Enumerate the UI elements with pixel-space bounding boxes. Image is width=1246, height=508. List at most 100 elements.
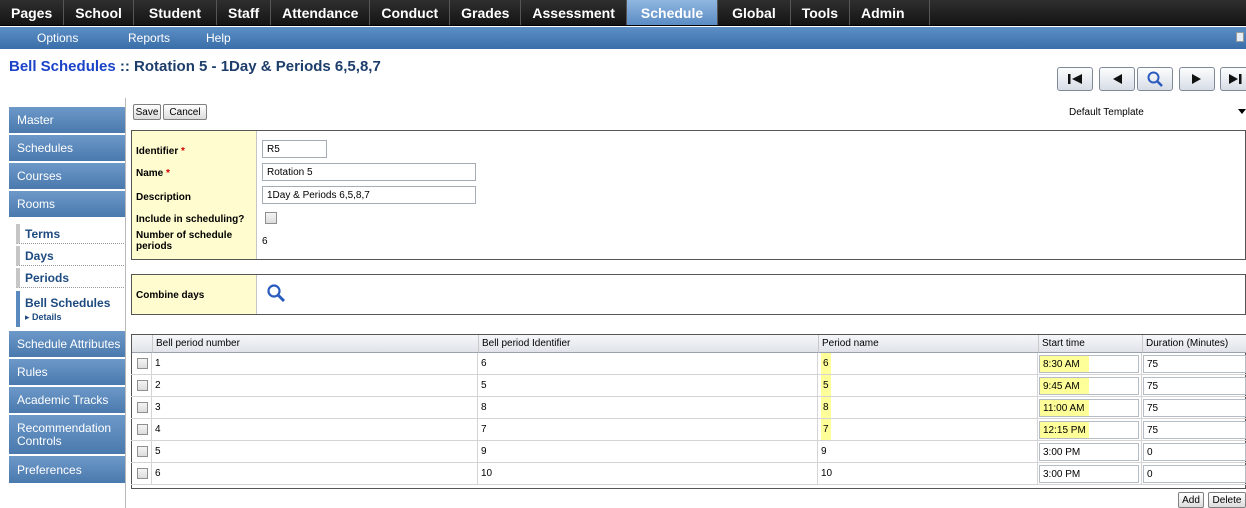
combine-days-search-icon[interactable] bbox=[266, 283, 286, 303]
duration-input[interactable]: 75 bbox=[1143, 399, 1246, 417]
row-select-checkbox[interactable] bbox=[137, 402, 148, 413]
start-time-input[interactable]: 9:45 AM bbox=[1039, 377, 1139, 395]
column-header-bell-period-number[interactable]: Bell period number bbox=[153, 335, 479, 353]
bell-period-number-cell: 3 bbox=[152, 397, 478, 419]
period-name-value: 7 bbox=[821, 419, 831, 440]
tab-school[interactable]: School bbox=[64, 0, 134, 25]
start-time-input[interactable]: 3:00 PM bbox=[1039, 465, 1139, 483]
row-select-checkbox[interactable] bbox=[137, 380, 148, 391]
row-select-checkbox[interactable] bbox=[137, 424, 148, 435]
title-separator: :: bbox=[115, 58, 135, 75]
help-menu[interactable]: Help bbox=[206, 31, 231, 45]
tab-schedule[interactable]: Schedule bbox=[626, 0, 719, 25]
column-header-duration[interactable]: Duration (Minutes) bbox=[1143, 335, 1246, 353]
tab-conduct[interactable]: Conduct bbox=[370, 0, 451, 25]
record-name: Rotation 5 - 1Day & Periods 6,5,8,7 bbox=[134, 58, 381, 75]
window-corner-icon bbox=[1236, 32, 1244, 42]
bell-period-identifier-cell: 7 bbox=[478, 419, 818, 441]
sidebar-item-master[interactable]: Master bbox=[9, 107, 125, 134]
add-button[interactable]: Add bbox=[1178, 492, 1204, 508]
tab-grades[interactable]: Grades bbox=[450, 0, 522, 25]
identifier-field[interactable]: R5 bbox=[262, 140, 327, 158]
top-navigation-bar: Pages School Student Staff Attendance Co… bbox=[0, 0, 1246, 26]
sidebar-item-days[interactable]: Days bbox=[16, 246, 124, 266]
bell-schedules-link[interactable]: Bell Schedules bbox=[9, 58, 116, 75]
description-label: Description bbox=[136, 192, 192, 203]
start-time-input[interactable]: 12:15 PM bbox=[1039, 421, 1139, 439]
bell-period-number-cell: 5 bbox=[152, 441, 478, 463]
duration-input[interactable]: 0 bbox=[1143, 443, 1246, 461]
template-select[interactable]: Default Template bbox=[1066, 104, 1246, 120]
sidebar-item-label: Recommendation Controls bbox=[17, 420, 112, 448]
combine-days-panel bbox=[131, 274, 1246, 315]
column-header-bell-period-identifier[interactable]: Bell period Identifier bbox=[479, 335, 819, 353]
tab-staff[interactable]: Staff bbox=[217, 0, 272, 25]
sidebar-item-label: Terms bbox=[25, 226, 61, 241]
row-select-checkbox[interactable] bbox=[137, 446, 148, 457]
tab-assessment[interactable]: Assessment bbox=[521, 0, 627, 25]
column-header-period-name[interactable]: Period name bbox=[819, 335, 1039, 353]
include-in-scheduling-label: Include in scheduling? bbox=[136, 214, 245, 225]
sidebar-item-terms[interactable]: Terms bbox=[16, 224, 124, 244]
reports-menu[interactable]: Reports bbox=[128, 31, 170, 45]
options-menu[interactable]: Options bbox=[37, 31, 78, 45]
period-name-value: 6 bbox=[821, 353, 831, 374]
bell-period-identifier-cell: 5 bbox=[478, 375, 818, 397]
sidebar-item-label: Days bbox=[25, 248, 54, 263]
tab-tools[interactable]: Tools bbox=[791, 0, 851, 25]
sidebar-item-courses[interactable]: Courses bbox=[9, 163, 125, 190]
bell-period-identifier-cell: 8 bbox=[478, 397, 818, 419]
delete-button[interactable]: Delete bbox=[1208, 492, 1246, 508]
duration-input[interactable]: 0 bbox=[1143, 465, 1246, 483]
sidebar-item-details[interactable]: ▸ Details bbox=[25, 312, 62, 323]
first-record-icon bbox=[1068, 74, 1082, 84]
start-time-input[interactable]: 11:00 AM bbox=[1039, 399, 1139, 417]
sidebar-item-recommendation-controls[interactable]: Recommendation Controls bbox=[9, 415, 125, 455]
identifier-label: Identifier * bbox=[136, 146, 185, 157]
next-record-button[interactable] bbox=[1179, 67, 1215, 91]
previous-record-icon bbox=[1113, 74, 1122, 84]
start-time-input[interactable]: 8:30 AM bbox=[1039, 355, 1139, 373]
row-select-checkbox[interactable] bbox=[137, 358, 148, 369]
sidebar-item-label: Courses bbox=[17, 169, 62, 183]
include-in-scheduling-checkbox[interactable] bbox=[265, 212, 277, 224]
duration-input[interactable]: 75 bbox=[1143, 377, 1246, 395]
period-name-cell: 10 bbox=[818, 463, 1038, 485]
column-header-start-time[interactable]: Start time bbox=[1039, 335, 1143, 353]
bell-period-identifier-cell: 6 bbox=[478, 353, 818, 375]
save-button[interactable]: Save bbox=[133, 104, 161, 120]
sidebar-item-preferences[interactable]: Preferences bbox=[9, 456, 125, 484]
tab-pages[interactable]: Pages bbox=[0, 0, 65, 25]
template-select-value: Default Template bbox=[1069, 106, 1144, 118]
sidebar-item-bell-schedules[interactable]: Bell Schedules ▸ Details bbox=[16, 291, 124, 327]
sidebar-item-periods[interactable]: Periods bbox=[16, 268, 124, 288]
search-record-button[interactable] bbox=[1137, 67, 1173, 91]
tab-global[interactable]: Global bbox=[718, 0, 791, 25]
first-record-button[interactable] bbox=[1057, 67, 1093, 91]
cancel-button[interactable]: Cancel bbox=[163, 104, 207, 120]
start-time-input[interactable]: 3:00 PM bbox=[1039, 443, 1139, 461]
bell-period-identifier-cell: 10 bbox=[478, 463, 818, 485]
tab-attendance[interactable]: Attendance bbox=[271, 0, 371, 25]
sidebar-item-rooms[interactable]: Rooms bbox=[9, 191, 125, 218]
sidebar-item-rules[interactable]: Rules bbox=[9, 359, 125, 386]
name-field[interactable]: Rotation 5 bbox=[262, 163, 476, 181]
description-field[interactable]: 1Day & Periods 6,5,8,7 bbox=[262, 186, 476, 204]
period-name-cell: 8 bbox=[818, 397, 1038, 419]
duration-input[interactable]: 75 bbox=[1143, 355, 1246, 373]
duration-input[interactable]: 75 bbox=[1143, 421, 1246, 439]
tab-admin[interactable]: Admin bbox=[850, 0, 930, 25]
last-record-button[interactable] bbox=[1220, 67, 1246, 91]
sidebar-item-schedules[interactable]: Schedules bbox=[9, 135, 125, 162]
sidebar-item-academic-tracks[interactable]: Academic Tracks bbox=[9, 387, 125, 414]
sidebar-item-schedule-attributes[interactable]: Schedule Attributes bbox=[9, 331, 125, 358]
required-marker: * bbox=[166, 168, 170, 179]
previous-record-button[interactable] bbox=[1099, 67, 1135, 91]
tab-student[interactable]: Student bbox=[134, 0, 218, 25]
row-select-checkbox[interactable] bbox=[137, 468, 148, 479]
period-name-value: 10 bbox=[821, 468, 833, 479]
period-name-value: 5 bbox=[821, 375, 831, 396]
combine-days-label: Combine days bbox=[136, 290, 205, 301]
chevron-down-icon bbox=[1238, 109, 1246, 114]
checkbox-column-header bbox=[132, 335, 153, 353]
